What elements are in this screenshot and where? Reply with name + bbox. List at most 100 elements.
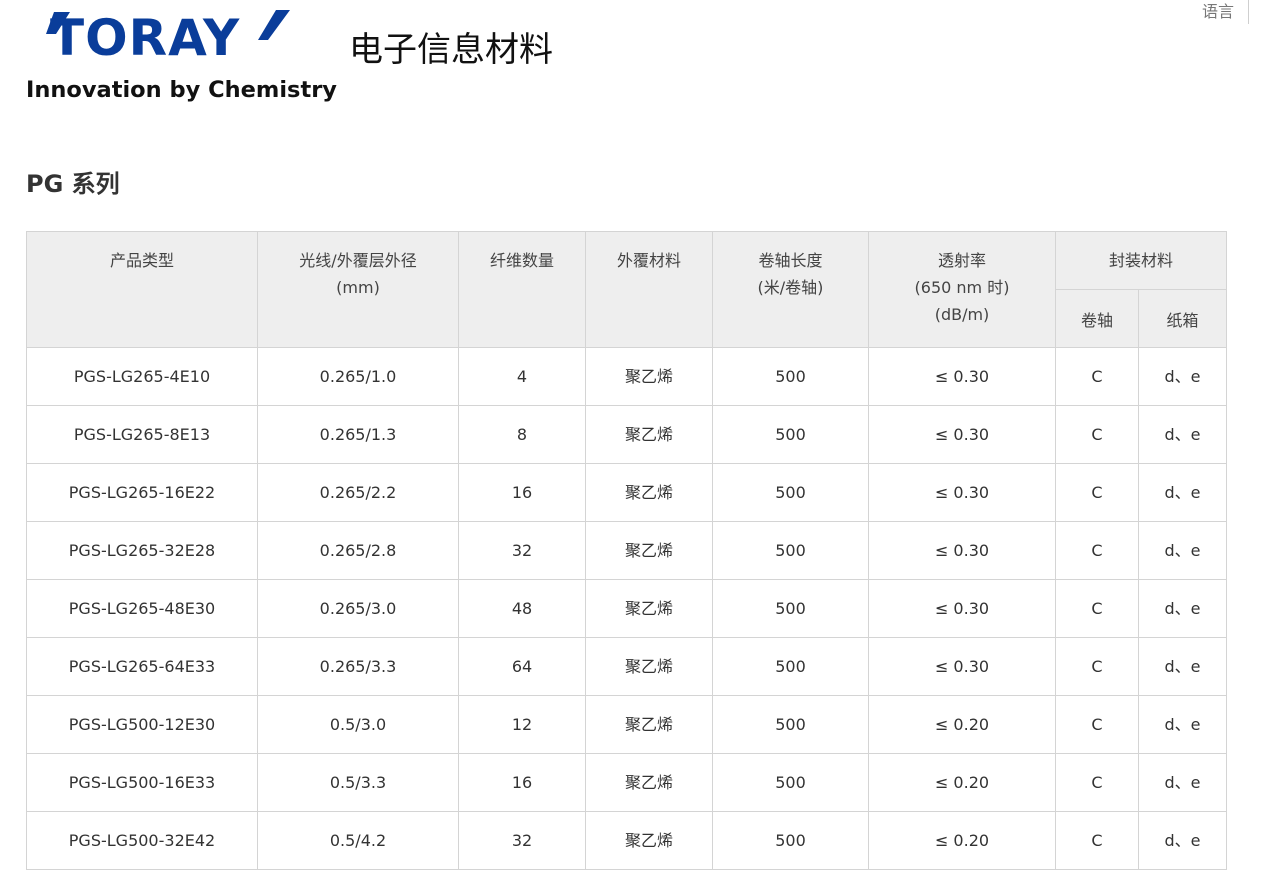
cell-diameter: 0.5/4.2 [257, 811, 459, 870]
cell-fiber-count: 16 [458, 463, 586, 522]
table-row: PGS-LG500-32E42 0.5/4.2 32 聚乙烯 500 ≤ 0.20 Cd、e [26, 811, 1228, 870]
cell-reel-length: 500 [712, 753, 869, 812]
cell-transmittance: ≤ 0.20 [868, 695, 1056, 754]
cell-reel-length: 500 [712, 579, 869, 638]
cell-jacket: 聚乙烯 [585, 405, 713, 464]
logo-wordmark: TORAY [50, 9, 241, 67]
section-title: PG 系列 [26, 170, 120, 198]
cell-diameter: 0.5/3.3 [257, 753, 459, 812]
cell-diameter: 0.265/3.3 [257, 637, 459, 696]
toray-logo[interactable]: TORAY Innovation by Chemistry [26, 6, 337, 106]
header-diameter-label: 光线/外覆层外径 [299, 251, 417, 270]
cell-jacket: 聚乙烯 [585, 579, 713, 638]
cell-carton: d、e [1137, 463, 1228, 522]
cell-transmittance: ≤ 0.20 [868, 753, 1056, 812]
cell-reel: C [1055, 579, 1139, 638]
table-row: PGS-LG265-32E28 0.265/2.8 32 聚乙烯 500 ≤ 0.30 Cd… [26, 521, 1228, 580]
cell-carton: d、e [1137, 521, 1228, 580]
header-product-type-label: 产品类型 [109, 251, 174, 270]
header-reel: 卷轴 [1055, 289, 1139, 348]
cell-jacket: 聚乙烯 [585, 463, 713, 522]
header-reel-length-unit: (米/卷轴) [757, 278, 824, 297]
table-row: PGS-LG265-16E22 0.265/2.2 16 聚乙烯 500 ≤ 0.30 Cd… [26, 463, 1228, 522]
cell-diameter: 0.265/1.3 [257, 405, 459, 464]
table-row: PGS-LG500-16E33 0.5/3.3 16 聚乙烯 500 ≤ 0.20 Cd、e [26, 753, 1228, 812]
cell-jacket: 聚乙烯 [585, 811, 713, 870]
cell-carton: d、e [1137, 405, 1228, 464]
cell-diameter: 0.265/2.8 [257, 521, 459, 580]
header-carton: 纸箱 [1137, 289, 1228, 348]
cell-carton: d、e [1137, 347, 1228, 406]
cell-jacket: 聚乙烯 [585, 753, 713, 812]
table-body: PGS-LG265-4E10 0.265/1.0 4 聚乙烯 500 ≤ 0.30 Cd、e… [26, 347, 1228, 870]
language-selector[interactable]: 语言 [1202, 0, 1250, 24]
cell-product-type: PGS-LG500-12E30 [26, 695, 258, 754]
cell-reel-length: 500 [712, 405, 869, 464]
table-row: PGS-LG500-12E30 0.5/3.0 12 聚乙烯 500 ≤ 0.20 Cd、e [26, 695, 1228, 754]
cell-diameter: 0.5/3.0 [257, 695, 459, 754]
cell-reel: C [1055, 753, 1139, 812]
cell-fiber-count: 4 [458, 347, 586, 406]
cell-transmittance: ≤ 0.30 [868, 637, 1056, 696]
cell-transmittance: ≤ 0.30 [868, 463, 1056, 522]
table-row: PGS-LG265-8E13 0.265/1.3 8 聚乙烯 500 ≤ 0.30 Cd、e [26, 405, 1228, 464]
cell-product-type: PGS-LG265-8E13 [26, 405, 258, 464]
header-diameter: 光线/外覆层外径 (mm) [257, 231, 459, 348]
cell-fiber-count: 32 [458, 811, 586, 870]
cell-jacket: 聚乙烯 [585, 637, 713, 696]
cell-product-type: PGS-LG500-32E42 [26, 811, 258, 870]
cell-product-type: PGS-LG265-32E28 [26, 521, 258, 580]
cell-fiber-count: 8 [458, 405, 586, 464]
header-reel-length-label: 卷轴长度 [758, 251, 823, 270]
cell-fiber-count: 48 [458, 579, 586, 638]
table-header-row: 产品类型 光线/外覆层外径 (mm) 纤维数量 外覆材料 卷轴长度 (米/卷轴)… [26, 231, 1228, 348]
cell-reel-length: 500 [712, 463, 869, 522]
cell-fiber-count: 12 [458, 695, 586, 754]
cell-carton: d、e [1137, 637, 1228, 696]
cell-carton: d、e [1137, 811, 1228, 870]
cell-reel-length: 500 [712, 811, 869, 870]
header-diameter-unit: (mm) [336, 278, 380, 297]
cell-transmittance: ≤ 0.30 [868, 579, 1056, 638]
table-row: PGS-LG265-48E30 0.265/3.0 48 聚乙烯 500 ≤ 0.30 Cd… [26, 579, 1228, 638]
cell-fiber-count: 32 [458, 521, 586, 580]
cell-carton: d、e [1137, 579, 1228, 638]
cell-reel-length: 500 [712, 347, 869, 406]
cell-carton: d、e [1137, 753, 1228, 812]
header-packaging: 封装材料 [1054, 231, 1228, 290]
cell-reel: C [1055, 695, 1139, 754]
header-fiber-count-label: 纤维数量 [489, 251, 554, 270]
cell-jacket: 聚乙烯 [585, 695, 713, 754]
cell-reel: C [1055, 637, 1139, 696]
header-fiber-count: 纤维数量 [458, 231, 586, 348]
cell-diameter: 0.265/3.0 [257, 579, 459, 638]
cell-jacket: 聚乙烯 [585, 521, 713, 580]
cell-fiber-count: 64 [458, 637, 586, 696]
cell-product-type: PGS-LG265-4E10 [26, 347, 258, 406]
cell-transmittance: ≤ 0.20 [868, 811, 1056, 870]
header-transmittance-unit: (dB/m) [934, 305, 990, 324]
product-spec-table: 产品类型 光线/外覆层外径 (mm) 纤维数量 外覆材料 卷轴长度 (米/卷轴)… [26, 231, 1228, 870]
header-jacket: 外覆材料 [585, 231, 713, 348]
cell-diameter: 0.265/2.2 [257, 463, 459, 522]
cell-reel: C [1055, 405, 1139, 464]
header-jacket-label: 外覆材料 [616, 251, 681, 270]
cell-reel: C [1055, 347, 1139, 406]
cell-diameter: 0.265/1.0 [257, 347, 459, 406]
cell-product-type: PGS-LG265-64E33 [26, 637, 258, 696]
cell-transmittance: ≤ 0.30 [868, 347, 1056, 406]
cell-reel-length: 500 [712, 695, 869, 754]
cell-reel: C [1055, 463, 1139, 522]
logo-right-tick [258, 10, 290, 40]
cell-product-type: PGS-LG265-48E30 [26, 579, 258, 638]
site-title: 电子信息材料 [349, 30, 553, 70]
cell-transmittance: ≤ 0.30 [868, 405, 1056, 464]
cell-reel-length: 500 [712, 521, 869, 580]
cell-transmittance: ≤ 0.30 [868, 521, 1056, 580]
header-transmittance-label: 透射率 [937, 251, 986, 270]
header-product-type: 产品类型 [26, 231, 258, 348]
header-transmittance-wavelength: (650 nm 时) [914, 278, 1010, 297]
cell-reel-length: 500 [712, 637, 869, 696]
cell-jacket: 聚乙烯 [585, 347, 713, 406]
header-reel-length: 卷轴长度 (米/卷轴) [712, 231, 869, 348]
